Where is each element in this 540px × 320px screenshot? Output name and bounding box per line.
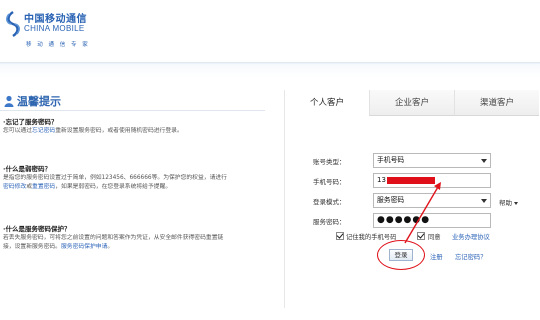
header-shade: [0, 64, 540, 78]
annotation-circle: [377, 240, 425, 270]
agree-checkbox[interactable]: [417, 232, 425, 240]
tips-title: 温馨提示: [17, 95, 61, 108]
remember-checkbox[interactable]: [336, 232, 344, 240]
login-mode-value: 服务密码: [377, 196, 405, 204]
password-value: ●●●●●●: [377, 215, 431, 225]
agree-label: 同意: [428, 234, 441, 241]
account-type-row: 账号类型： 手机号码: [285, 153, 539, 169]
agreement-link[interactable]: 业务办理协议: [452, 232, 490, 241]
tip-question-forgot: ·忘记了服务密码？: [3, 118, 58, 126]
tip-answer-protect: 若丢失服务密码，可将您之前设置的问题和答案作为凭证，从安全邮件获得密码重置链接，…: [3, 234, 228, 252]
phone-label: 手机号码：: [313, 178, 346, 186]
phone-row: 手机号码： 13: [285, 173, 539, 189]
password-label: 服务密码：: [313, 218, 346, 226]
login-tabs: 个人客户 企业客户 渠道客户: [285, 90, 539, 116]
account-type-value: 手机号码: [377, 156, 405, 164]
redaction-mark: [386, 176, 435, 184]
tab-channel[interactable]: 渠道客户: [454, 90, 539, 116]
help-dropdown[interactable]: 帮助: [499, 197, 518, 207]
password-row: 服务密码： ●●●●●●: [285, 213, 539, 229]
tip-question-weak: ·什么是弱密码？: [3, 165, 51, 173]
password-input[interactable]: ●●●●●●: [373, 213, 491, 228]
remember-label: 记住我的手机号码: [346, 234, 397, 241]
tip-answer-text: 重新设置服务密码，或者使用随机密码进行登录。: [55, 128, 183, 134]
china-mobile-logo[interactable]: 中国移动通信 CHINA MOBILE 移 动 通 信 专 家: [0, 6, 110, 52]
change-password-link[interactable]: 密码修改: [3, 184, 26, 190]
tip-answer-text: ，如果是弱密码，在您登录系统将给予提醒。: [55, 184, 172, 190]
phone-input[interactable]: 13: [373, 173, 491, 188]
account-type-select[interactable]: 手机号码: [373, 153, 491, 168]
tips-divider: [0, 110, 265, 111]
login-mode-label: 登录模式：: [313, 198, 346, 206]
tab-personal[interactable]: 个人客户: [285, 90, 369, 116]
phone-value: 13: [377, 176, 386, 184]
logo-slogan: 移 动 通 信 专 家: [26, 42, 90, 48]
account-type-label: 账号类型：: [313, 158, 346, 166]
tab-enterprise[interactable]: 企业客户: [369, 90, 454, 116]
tip-answer-weak: 是指您的服务密码设置过于简单，例如123456、666666等。为保护您的权益，…: [3, 174, 228, 192]
logo-text-cn: 中国移动通信: [24, 14, 87, 25]
register-link[interactable]: 注册: [430, 252, 443, 261]
tips-header: 温馨提示: [4, 93, 61, 109]
china-mobile-logo-icon: [6, 11, 20, 37]
login-mode-select[interactable]: 服务密码: [373, 193, 491, 208]
help-label: 帮助: [499, 199, 512, 207]
user-icon: [4, 95, 14, 107]
tip-answer-text: 是指您的服务密码设置过于简单，例如123456、666666等。为保护您的权益，…: [3, 175, 227, 181]
chevron-down-icon: [481, 159, 487, 163]
login-mode-row: 登录模式： 服务密码 帮助: [285, 193, 539, 209]
tip-answer-text: 。: [107, 244, 114, 250]
login-panel: 个人客户 企业客户 渠道客户 账号类型： 手机号码 手机号码： 13 登录模式：…: [284, 90, 539, 308]
tip-answer-text: 您可以通过: [3, 128, 32, 134]
forgot-password-link[interactable]: 忘记密码: [32, 128, 55, 134]
forgot-password-link-panel[interactable]: 忘记密码？: [455, 252, 486, 261]
password-protection-link[interactable]: 服务密码保护申请: [61, 244, 107, 250]
chevron-down-icon: [481, 199, 487, 203]
tip-question-protect: ·什么是服务密码保护？: [3, 225, 71, 233]
tip-answer-forgot: 您可以通过忘记密码重新设置服务密码，或者使用随机密码进行登录。: [3, 127, 228, 136]
reset-password-link[interactable]: 重置密码: [32, 184, 55, 190]
logo-text-en: CHINA MOBILE: [24, 24, 85, 33]
chevron-down-icon: [514, 201, 518, 205]
